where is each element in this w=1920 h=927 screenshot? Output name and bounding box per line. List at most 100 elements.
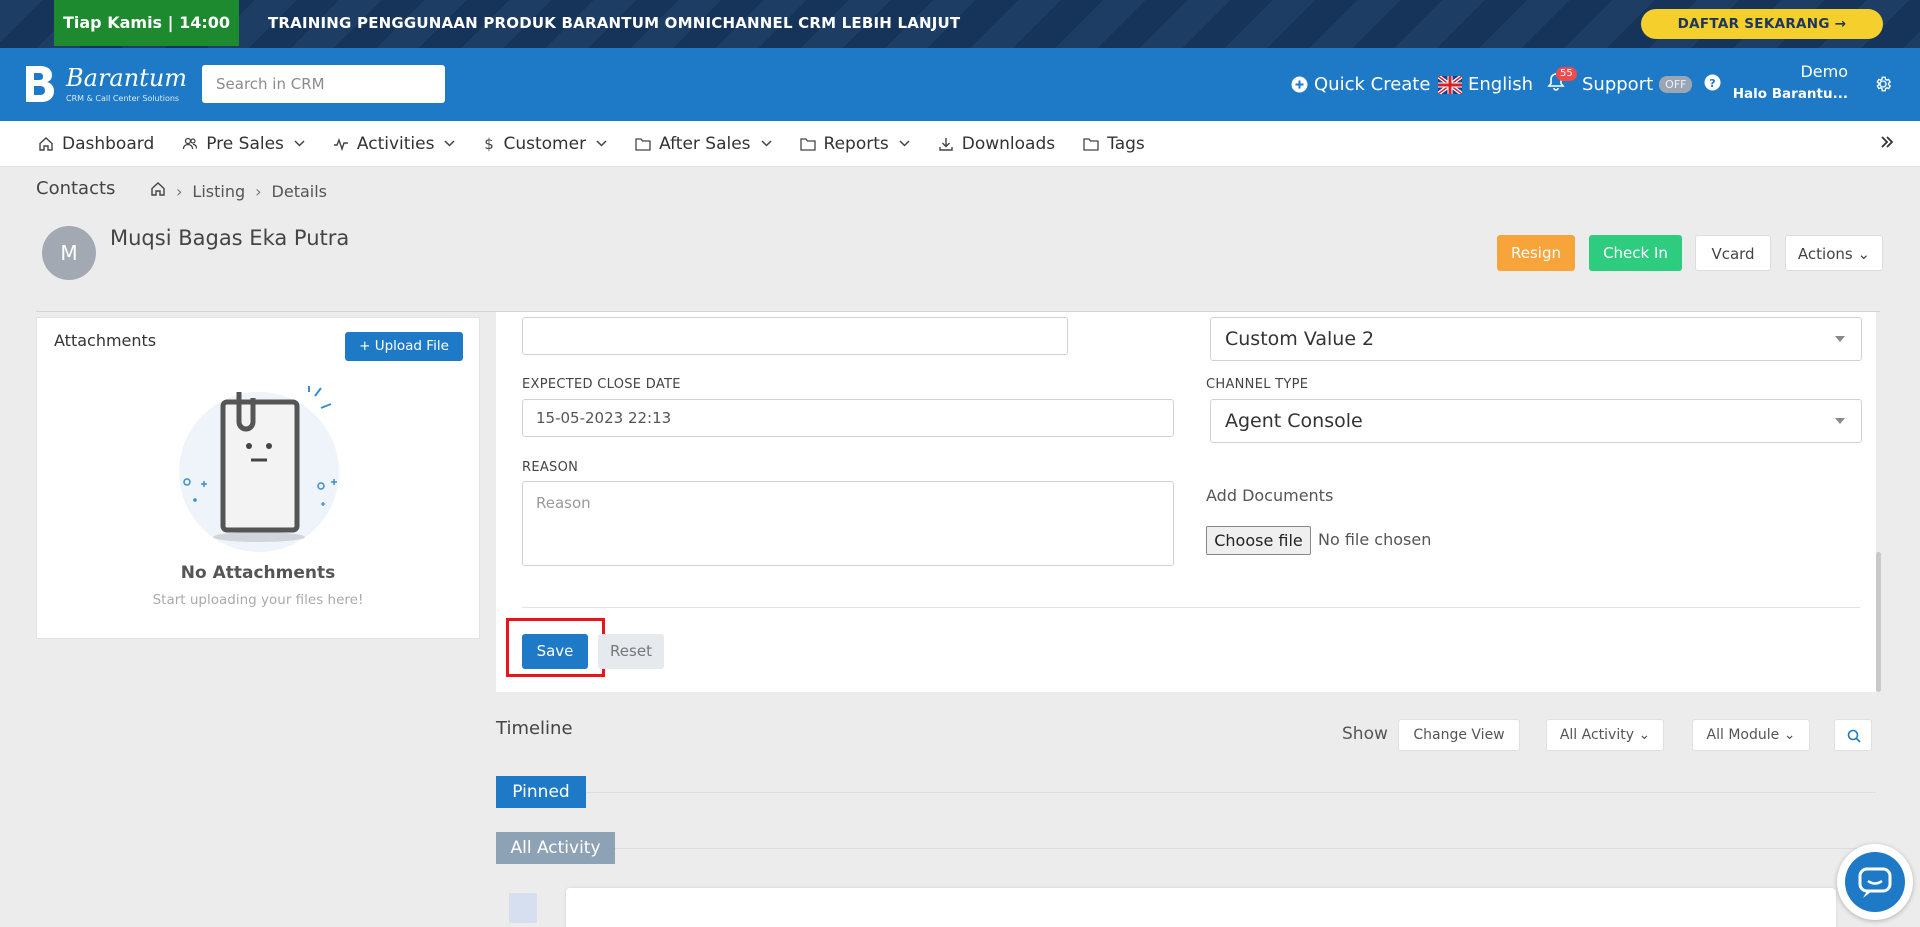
text-field[interactable] [522, 317, 1068, 355]
expected-close-date-value: 15-05-2023 22:13 [536, 409, 672, 427]
reason-label: REASON [522, 460, 579, 475]
form-divider [522, 607, 1860, 608]
reason-textarea[interactable]: Reason [522, 481, 1174, 566]
notifications-button[interactable] [1547, 48, 1565, 121]
chat-icon [1845, 852, 1905, 912]
search-icon [1847, 728, 1861, 747]
help-icon: ? [1704, 74, 1721, 96]
nav-customer-label: Customer [503, 133, 587, 154]
avatar: M [42, 226, 96, 280]
no-attachments-subtitle: Start uploading your files here! [152, 592, 364, 608]
promo-banner: Tiap Kamis | 14:00 WIB TRAINING PENGGUNA… [0, 0, 1920, 78]
nav-pre-sales[interactable]: Pre Sales [182, 134, 305, 154]
breadcrumb-listing[interactable]: Listing [192, 182, 245, 201]
file-status-text: No file chosen [1318, 530, 1432, 549]
add-documents-label: Add Documents [1206, 486, 1334, 505]
support-status-badge: OFF [1659, 76, 1693, 93]
caret-down-icon [1835, 418, 1845, 424]
expected-close-date-input[interactable]: 15-05-2023 22:13 [522, 399, 1174, 437]
svg-text:?: ? [1709, 76, 1715, 89]
timeline-search-button[interactable] [1834, 719, 1872, 751]
reset-button[interactable]: Reset [598, 634, 664, 669]
channel-type-select[interactable]: Agent Console [1210, 399, 1862, 443]
nav-tags[interactable]: Tags [1083, 134, 1145, 154]
dollar-icon: $ [483, 136, 495, 152]
vcard-button[interactable]: Vcard [1695, 235, 1771, 271]
support-toggle[interactable]: Support OFF [1582, 48, 1693, 121]
nav-activities[interactable]: Activities [333, 134, 456, 154]
timeline-item-icon [509, 893, 537, 923]
promo-title: TRAINING PENGGUNAAN PRODUK BARANTUM OMNI… [268, 14, 961, 32]
check-in-button[interactable]: Check In [1589, 235, 1682, 271]
user-greeting: Halo Barantu... [1732, 86, 1848, 102]
help-button[interactable]: ? [1704, 48, 1721, 121]
pinned-tab[interactable]: Pinned [496, 776, 586, 808]
empty-clipboard-icon [179, 386, 339, 552]
users-icon [182, 136, 198, 152]
chevron-down-icon [596, 140, 607, 147]
logo-tagline: CRM & Call Center Solutions [66, 94, 180, 103]
logo-text: Barantum [66, 64, 188, 92]
caret-down-icon [1835, 336, 1845, 342]
choose-file-button[interactable]: Choose file [1206, 526, 1311, 555]
nav-dashboard-label: Dashboard [62, 133, 155, 154]
channel-type-selected: Agent Console [1225, 410, 1363, 432]
uk-flag-icon [1438, 75, 1462, 94]
notification-count-badge: 55 [1556, 67, 1577, 81]
chevron-down-icon [899, 140, 910, 147]
nav-dashboard[interactable]: Dashboard [38, 134, 154, 154]
nav-activities-label: Activities [356, 133, 435, 154]
all-module-filter[interactable]: All Module ⌄ [1692, 719, 1810, 751]
chevron-down-icon [294, 140, 305, 147]
timeline-item[interactable] [566, 888, 1836, 927]
main-nav: Dashboard Pre Sales Activities $ Custome… [0, 121, 1920, 167]
quick-create-label: Quick Create [1314, 74, 1431, 95]
breadcrumb-details: Details [271, 181, 327, 201]
gear-icon[interactable] [1874, 75, 1892, 97]
language-label: English [1468, 74, 1533, 95]
double-chevron-right-icon[interactable] [1880, 134, 1894, 153]
promo-schedule-badge: Tiap Kamis | 14:00 WIB [54, 0, 239, 78]
save-button-highlight [506, 618, 605, 677]
barantum-logo[interactable]: Barantum CRM & Call Center Solutions [22, 64, 187, 106]
upload-file-button[interactable]: + Upload File [345, 332, 463, 361]
channel-type-label: CHANNEL TYPE [1206, 377, 1309, 392]
barantum-logo-icon [26, 66, 54, 102]
record-name: Muqsi Bagas Eka Putra [110, 226, 350, 250]
timeline-title: Timeline [496, 718, 573, 739]
edit-form-panel: Custom Value 2 EXPECTED CLOSE DATE 15-05… [496, 312, 1876, 692]
resign-button[interactable]: Resign [1497, 235, 1575, 271]
change-view-button[interactable]: Change View [1398, 719, 1520, 751]
expected-close-date-label: EXPECTED CLOSE DATE [522, 377, 681, 392]
folder-icon [799, 137, 816, 151]
all-activity-filter[interactable]: All Activity ⌄ [1546, 719, 1664, 751]
actions-dropdown[interactable]: Actions ⌄ [1785, 235, 1883, 271]
form-scrollbar[interactable] [1876, 552, 1881, 692]
live-chat-button[interactable] [1837, 844, 1913, 920]
nav-pre-sales-label: Pre Sales [206, 133, 284, 154]
register-now-button[interactable]: DAFTAR SEKARANG → [1641, 9, 1883, 39]
nav-reports[interactable]: Reports [799, 133, 910, 154]
chevron-down-icon [761, 140, 772, 147]
nav-tags-label: Tags [1107, 133, 1145, 154]
nav-after-sales-label: After Sales [659, 133, 751, 154]
custom-value-selected: Custom Value 2 [1225, 328, 1375, 350]
user-name[interactable]: Demo [1800, 62, 1848, 81]
all-activity-divider [615, 848, 1876, 849]
breadcrumb: › Listing › Details [150, 181, 327, 201]
nav-reports-label: Reports [823, 133, 889, 154]
nav-after-sales[interactable]: After Sales [635, 133, 772, 154]
activity-icon [333, 136, 349, 152]
attachments-title: Attachments [54, 331, 157, 350]
attachments-card: Attachments + Upload File No Attachments… [36, 317, 480, 639]
breadcrumb-separator: › [255, 181, 262, 201]
all-activity-tab[interactable]: All Activity [496, 832, 615, 864]
crm-search-input[interactable] [202, 65, 445, 103]
home-icon[interactable] [150, 181, 166, 201]
nav-customer[interactable]: $ Customer [483, 134, 607, 154]
quick-create-button[interactable]: Quick Create [1291, 48, 1430, 121]
nav-downloads[interactable]: Downloads [938, 134, 1055, 154]
custom-value-select[interactable]: Custom Value 2 [1210, 317, 1862, 361]
language-selector[interactable]: English [1438, 48, 1533, 121]
module-title: Contacts [36, 178, 116, 199]
